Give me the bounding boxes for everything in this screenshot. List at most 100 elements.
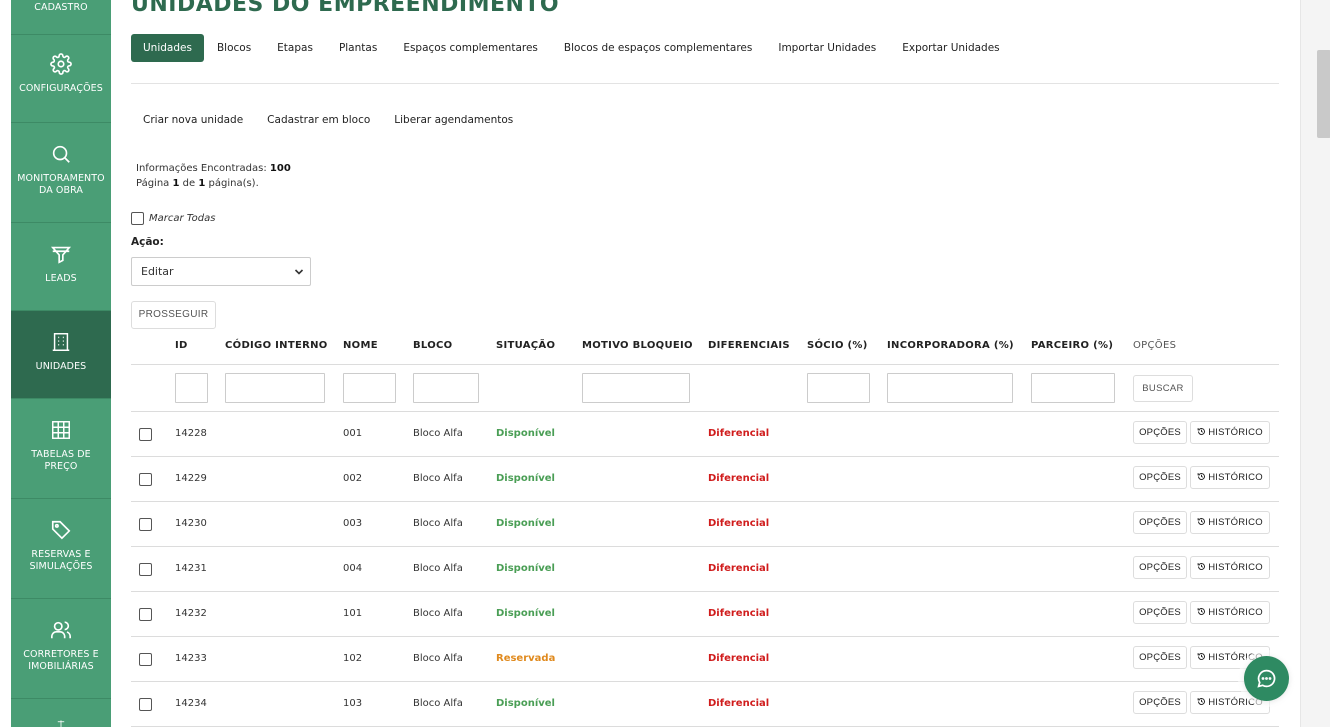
users-icon (51, 621, 71, 639)
cell-diferenciais: Diferencial (708, 698, 770, 709)
row-historico-button[interactable]: HISTÓRICO (1190, 511, 1270, 534)
cell-diferenciais: Diferencial (708, 653, 770, 664)
sidebar-item-configuracoes[interactable]: CONFIGURAÇÕES (11, 35, 111, 123)
row-checkbox[interactable] (139, 653, 152, 666)
vertical-scrollbar[interactable] (1300, 0, 1330, 727)
liberar-agendamentos-link[interactable]: Liberar agendamentos (382, 110, 525, 130)
col-header-id: ID (175, 340, 188, 351)
row-opcoes-button[interactable]: OPÇÕES (1133, 646, 1187, 669)
cell-diferenciais: Diferencial (708, 608, 770, 619)
filter-incorporadora-input[interactable] (887, 373, 1013, 403)
cell-id: 14231 (175, 563, 207, 574)
sidebar-item-monitoramento[interactable]: MONITORAMENTO DA OBRA (11, 123, 111, 223)
row-checkbox[interactable] (139, 473, 152, 486)
cell-diferenciais: Diferencial (708, 428, 770, 439)
cell-situacao: Disponível (496, 428, 555, 439)
acao-select[interactable]: Editar (131, 257, 311, 286)
cell-bloco: Bloco Alfa (413, 608, 463, 619)
sidebar-item-cadastro[interactable]: CADASTRO (11, 0, 111, 35)
historico-label: HISTÓRICO (1208, 562, 1263, 573)
sub-actions: Criar nova unidade Cadastrar em bloco Li… (131, 110, 525, 130)
prosseguir-button[interactable]: PROSSEGUIR (131, 301, 216, 329)
history-icon (1197, 653, 1206, 660)
row-opcoes-button[interactable]: OPÇÕES (1133, 421, 1187, 444)
row-checkbox[interactable] (139, 518, 152, 531)
col-header-situacao: SITUAÇÃO (496, 340, 556, 351)
row-checkbox[interactable] (139, 563, 152, 576)
filter-nome-input[interactable] (343, 373, 396, 403)
scrollbar-thumb[interactable] (1317, 50, 1330, 138)
sidebar-item-corretores[interactable]: CORRETORES E IMOBILIÁRIAS (11, 599, 111, 699)
page-current: 1 (172, 178, 180, 189)
opcoes-label: OPÇÕES (1139, 652, 1181, 663)
historico-label: HISTÓRICO (1208, 517, 1263, 528)
row-opcoes-button[interactable]: OPÇÕES (1133, 601, 1187, 624)
cell-situacao: Disponível (496, 698, 555, 709)
criar-nova-unidade-link[interactable]: Criar nova unidade (131, 110, 255, 130)
cell-situacao: Disponível (496, 563, 555, 574)
history-icon (1197, 518, 1206, 525)
sidebar-item-leads[interactable]: LEADS (11, 223, 111, 311)
found-count-line: Informações Encontradas: 100 (136, 161, 291, 176)
cell-id: 14233 (175, 653, 207, 664)
row-checkbox[interactable] (139, 608, 152, 621)
filter-socio-input[interactable] (807, 373, 870, 403)
scale-icon (57, 720, 65, 727)
tab-plantas[interactable]: Plantas (326, 34, 390, 62)
cell-nome: 103 (343, 698, 363, 709)
tab-etapas[interactable]: Etapas (264, 34, 326, 62)
table-row: 14233 102 Bloco Alfa Reservada Diferencial OP… (131, 637, 1279, 682)
cell-diferenciais: Diferencial (708, 518, 770, 529)
table-row: 14229 002 Bloco Alfa Disponível Diferencial O… (131, 457, 1279, 502)
mark-all-checkbox[interactable] (131, 212, 144, 225)
sidebar-item-reservas[interactable]: RESERVAS E SIMULAÇÕES (11, 499, 111, 599)
col-header-motivo: MOTIVO BLOQUEIO (582, 340, 693, 351)
row-checkbox[interactable] (139, 698, 152, 711)
mark-all[interactable]: Marcar Todas (131, 212, 215, 225)
cell-nome: 101 (343, 608, 363, 619)
filter-bloco-input[interactable] (413, 373, 479, 403)
row-historico-button[interactable]: HISTÓRICO (1190, 556, 1270, 579)
cell-situacao: Disponível (496, 518, 555, 529)
cell-nome: 003 (343, 518, 363, 529)
building-icon (52, 333, 70, 351)
tab-unidades[interactable]: Unidades (131, 34, 204, 62)
tab-blocos[interactable]: Blocos (204, 34, 264, 62)
filter-parceiro-input[interactable] (1031, 373, 1115, 403)
filter-id-input[interactable] (175, 373, 208, 403)
cell-bloco: Bloco Alfa (413, 653, 463, 664)
buscar-button[interactable]: BUSCAR (1133, 375, 1193, 402)
chat-button[interactable] (1244, 656, 1289, 701)
row-historico-button[interactable]: HISTÓRICO (1190, 421, 1270, 444)
tab-importar-unidades[interactable]: Importar Unidades (765, 34, 889, 62)
sidebar-item-more[interactable] (11, 699, 111, 727)
tab-blocos-espacos-complementares[interactable]: Blocos de espaços complementares (551, 34, 765, 62)
row-opcoes-button[interactable]: OPÇÕES (1133, 691, 1187, 714)
tab-exportar-unidades[interactable]: Exportar Unidades (889, 34, 1012, 62)
filter-motivo-input[interactable] (582, 373, 690, 403)
sidebar-item-tabelas-preco[interactable]: TABELAS DE PREÇO (11, 399, 111, 499)
cell-id: 14234 (175, 698, 207, 709)
page-total: 1 (198, 178, 206, 189)
cell-id: 14229 (175, 473, 207, 484)
acao-selected-value: Editar (141, 265, 174, 278)
sidebar-item-unidades[interactable]: UNIDADES (11, 311, 111, 399)
col-header-diferenciais: DIFERENCIAIS (708, 340, 790, 351)
row-opcoes-button[interactable]: OPÇÕES (1133, 511, 1187, 534)
sidebar-item-label: MONITORAMENTO DA OBRA (17, 173, 105, 196)
row-checkbox[interactable] (139, 428, 152, 441)
cell-nome: 004 (343, 563, 363, 574)
page-of: de (182, 178, 196, 189)
cell-id: 14230 (175, 518, 207, 529)
col-header-bloco: BLOCO (413, 340, 453, 351)
tab-espacos-complementares[interactable]: Espaços complementares (390, 34, 551, 62)
chat-bubble-icon (1257, 669, 1276, 688)
sidebar-item-label: CORRETORES E IMOBILIÁRIAS (23, 649, 99, 672)
row-historico-button[interactable]: HISTÓRICO (1190, 601, 1270, 624)
mark-all-label: Marcar Todas (149, 213, 216, 224)
filter-codigo-input[interactable] (225, 373, 325, 403)
cadastrar-em-bloco-link[interactable]: Cadastrar em bloco (255, 110, 382, 130)
row-historico-button[interactable]: HISTÓRICO (1190, 466, 1270, 489)
row-opcoes-button[interactable]: OPÇÕES (1133, 556, 1187, 579)
row-opcoes-button[interactable]: OPÇÕES (1133, 466, 1187, 489)
